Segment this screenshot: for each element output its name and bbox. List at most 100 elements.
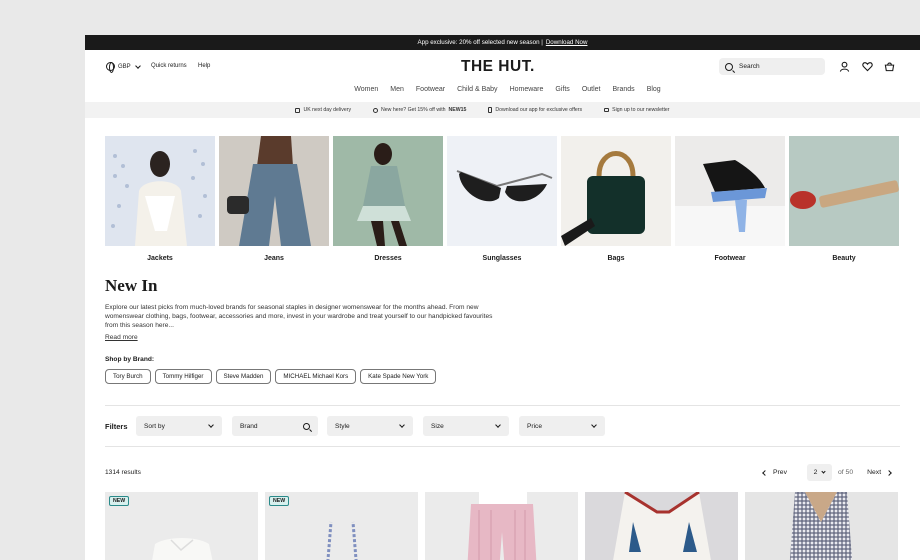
jackets-image — [105, 136, 215, 246]
chevron-down-icon — [208, 422, 214, 428]
page-select[interactable]: 2 — [806, 464, 832, 481]
beauty-image — [789, 136, 899, 246]
nav-item-men[interactable]: Men — [390, 84, 404, 102]
pagination: Prev 2 of 50 Next — [762, 464, 892, 481]
van-icon — [295, 107, 301, 113]
read-more-link[interactable]: Read more — [105, 334, 138, 341]
brand-filter-search[interactable]: Brand — [232, 416, 318, 436]
chevron-down-icon — [399, 422, 405, 428]
divider — [105, 446, 900, 447]
chevron-left-icon[interactable] — [762, 469, 768, 476]
heart-icon[interactable] — [862, 61, 873, 72]
size-filter-label: Size — [431, 422, 444, 430]
currency-label: GBP — [118, 63, 131, 70]
new-badge: NEW — [269, 496, 290, 506]
nav-item-outlet[interactable]: Outlet — [582, 84, 601, 102]
category-sunglasses[interactable]: Sunglasses — [447, 136, 557, 262]
category-beauty[interactable]: Beauty — [789, 136, 899, 262]
category-jackets[interactable]: Jackets — [105, 136, 215, 262]
usp-app[interactable]: Download our app for exclusive offers — [488, 107, 582, 113]
brand-chip-kate-spade[interactable]: Kate Spade New York — [360, 369, 437, 384]
promo-text: App exclusive: 20% off selected new seas… — [417, 39, 543, 46]
usp-delivery-text: UK next day delivery — [303, 107, 352, 113]
prev-page-button[interactable]: Prev — [773, 469, 787, 476]
new-badge: NEW — [109, 496, 130, 506]
usp-discount-code: NEW15 — [448, 107, 467, 113]
brand-chip-steve-madden[interactable]: Steve Madden — [215, 369, 272, 384]
product-card[interactable]: NEW — [105, 492, 258, 560]
search-bar[interactable] — [719, 58, 825, 75]
brand-filter-label: Brand — [240, 422, 258, 430]
usp-delivery[interactable]: UK next day delivery — [295, 107, 351, 113]
category-label: Footwear — [714, 255, 746, 262]
mail-icon — [604, 108, 610, 112]
category-bags[interactable]: Bags — [561, 136, 671, 262]
quick-returns-link[interactable]: Quick returns — [151, 63, 187, 69]
product-card[interactable]: NEW — [265, 492, 418, 560]
chevron-down-icon — [134, 62, 141, 69]
jeans-image — [219, 136, 329, 246]
brand-chip-michael-kors[interactable]: MICHAEL Michael Kors — [275, 369, 357, 384]
brand-chip-list: Tory Burch Tommy Hilfiger Steve Madden M… — [105, 369, 437, 384]
chevron-down-icon — [591, 422, 597, 428]
site-logo[interactable]: THE HUT. — [461, 58, 535, 76]
nav-item-women[interactable]: Women — [354, 84, 378, 102]
nav-item-child-baby[interactable]: Child & Baby — [457, 84, 497, 102]
usp-app-text: Download our app for exclusive offers — [495, 107, 583, 113]
usp-discount[interactable]: New here? Get 15% off with NEW15 — [373, 107, 466, 113]
usp-newsletter-text: Sign up to our newsletter — [612, 107, 670, 113]
category-label: Beauty — [832, 255, 856, 262]
current-page: 2 — [813, 469, 818, 476]
search-icon — [303, 422, 310, 430]
category-label: Sunglasses — [482, 255, 522, 262]
price-filter-label: Price — [527, 422, 543, 430]
brand-chip-tommy-hilfiger[interactable]: Tommy Hilfiger — [154, 369, 212, 384]
promo-download-link[interactable]: Download Now — [546, 39, 588, 46]
help-link[interactable]: Help — [198, 63, 210, 69]
size-filter-dropdown[interactable]: Size — [423, 416, 509, 436]
chevron-down-icon — [495, 422, 501, 428]
footwear-image — [675, 136, 785, 246]
sort-by-dropdown[interactable]: Sort by — [136, 416, 222, 436]
category-label: Bags — [607, 255, 625, 262]
chevron-down-icon — [821, 469, 826, 474]
category-jeans[interactable]: Jeans — [219, 136, 329, 262]
nav-item-blog[interactable]: Blog — [647, 84, 661, 102]
page-description: Explore our latest picks from much-loved… — [105, 304, 493, 330]
account-icon[interactable] — [839, 61, 850, 72]
nav-item-homeware[interactable]: Homeware — [510, 84, 544, 102]
promo-banner: App exclusive: 20% off selected new seas… — [85, 35, 920, 50]
usp-strip: UK next day delivery New here? Get 15% o… — [85, 102, 920, 118]
sunglasses-image — [447, 136, 557, 246]
category-label: Jackets — [147, 255, 173, 262]
category-dresses[interactable]: Dresses — [333, 136, 443, 262]
category-label: Jeans — [264, 255, 284, 262]
product-image — [745, 492, 898, 560]
category-footwear[interactable]: Footwear — [675, 136, 785, 262]
usp-newsletter[interactable]: Sign up to our newsletter — [604, 107, 670, 113]
usp-discount-text: New here? Get 15% off with — [381, 107, 446, 113]
phone-icon — [488, 107, 493, 113]
results-count: 1314 results — [105, 469, 141, 476]
product-card[interactable] — [745, 492, 898, 560]
nav-item-footwear[interactable]: Footwear — [416, 84, 445, 102]
filters-label: Filters — [105, 422, 128, 431]
next-page-button[interactable]: Next — [867, 469, 881, 476]
main-nav: Women Men Footwear Child & Baby Homeware… — [85, 84, 920, 102]
brand-chip-tory-burch[interactable]: Tory Burch — [105, 369, 151, 384]
style-filter-dropdown[interactable]: Style — [327, 416, 413, 436]
product-card[interactable] — [425, 492, 578, 560]
price-filter-dropdown[interactable]: Price — [519, 416, 605, 436]
search-icon — [725, 62, 733, 71]
site-header: GBP Quick returns Help THE HUT. — [85, 50, 920, 84]
bags-image — [561, 136, 671, 246]
chevron-right-icon[interactable] — [886, 469, 892, 476]
product-card[interactable] — [585, 492, 738, 560]
search-input[interactable] — [739, 63, 819, 70]
nav-item-gifts[interactable]: Gifts — [555, 84, 569, 102]
divider — [105, 405, 900, 406]
basket-icon[interactable] — [884, 61, 895, 72]
nav-item-brands[interactable]: Brands — [613, 84, 635, 102]
tag-icon — [373, 107, 379, 113]
currency-selector[interactable]: GBP — [106, 62, 141, 73]
